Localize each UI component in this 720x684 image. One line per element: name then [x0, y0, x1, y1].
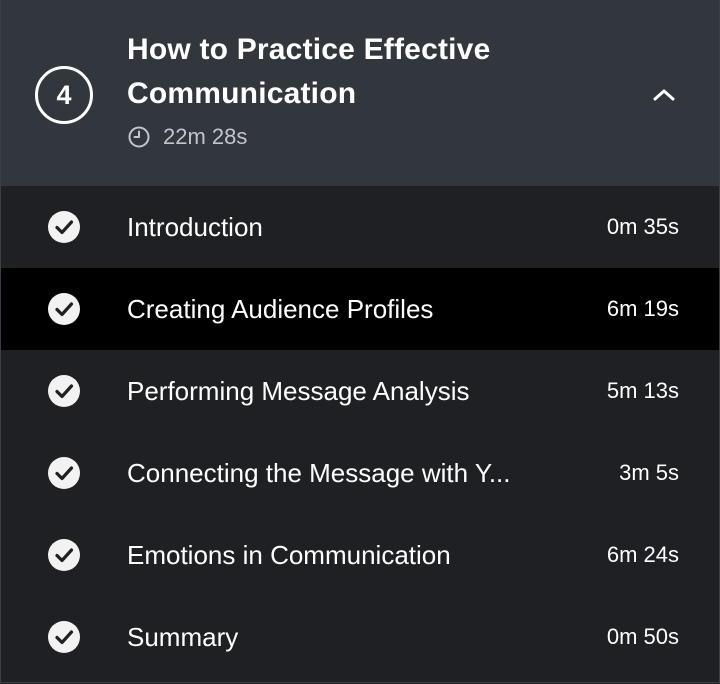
clip-row[interactable]: Connecting the Message with Y... 3m 5s: [1, 432, 719, 514]
clip-list: Introduction 0m 35s Creating Audience Pr…: [1, 186, 719, 678]
clip-row[interactable]: Summary 0m 50s: [1, 596, 719, 678]
check-circle-icon: [48, 211, 80, 243]
check-circle-icon: [48, 539, 80, 571]
check-circle-icon: [48, 457, 80, 489]
course-module-panel: 4 How to Practice Effective Communicatio…: [0, 0, 720, 683]
module-header[interactable]: 4 How to Practice Effective Communicatio…: [1, 0, 719, 186]
clip-title: Creating Audience Profiles: [127, 294, 434, 324]
clip-duration: 6m 24s: [606, 542, 679, 567]
module-title: How to Practice Effective Communication: [127, 33, 491, 110]
clip-title: Emotions in Communication: [127, 540, 451, 570]
module-number-badge: 4: [35, 66, 93, 124]
clip-duration: 0m 50s: [606, 624, 679, 649]
clip-title: Introduction: [127, 212, 263, 242]
clip-duration: 6m 19s: [606, 296, 679, 321]
chevron-up-icon: [653, 89, 675, 101]
clip-duration: 3m 5s: [619, 460, 679, 485]
module-duration: 22m 28s: [127, 123, 247, 151]
clip-row[interactable]: Emotions in Communication 6m 24s: [1, 514, 719, 596]
clip-row[interactable]: Introduction 0m 35s: [1, 186, 719, 268]
clip-row[interactable]: Creating Audience Profiles 6m 19s: [1, 268, 719, 350]
check-circle-icon: [48, 293, 80, 325]
collapse-module-button[interactable]: [647, 78, 681, 112]
check-circle-icon: [48, 375, 80, 407]
clip-title: Summary: [127, 622, 239, 652]
clip-title: Performing Message Analysis: [127, 376, 470, 406]
clip-duration: 5m 13s: [606, 378, 679, 403]
check-circle-icon: [48, 621, 80, 653]
clip-title: Connecting the Message with Y...: [127, 458, 511, 488]
clip-row[interactable]: Performing Message Analysis 5m 13s: [1, 350, 719, 432]
clip-duration: 0m 35s: [606, 214, 679, 239]
module-duration-text: 22m 28s: [163, 124, 248, 149]
clock-icon: [128, 126, 150, 148]
